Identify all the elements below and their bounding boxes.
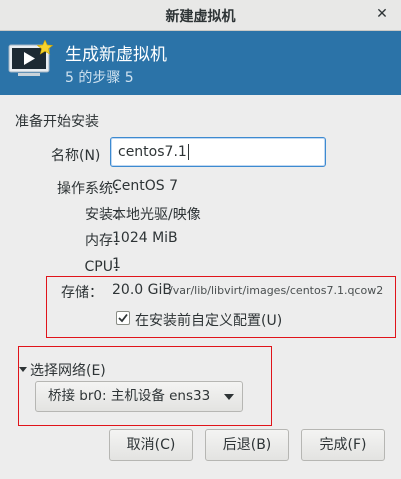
section-heading: 准备开始安装 bbox=[15, 114, 99, 130]
close-icon[interactable]: ✕ bbox=[373, 5, 391, 23]
finish-button[interactable]: 完成(F) bbox=[301, 429, 385, 461]
network-source-select[interactable]: 桥接 br0: 主机设备 ens33 bbox=[35, 381, 243, 412]
name-input-value: centos7.1 bbox=[118, 144, 187, 160]
cancel-button[interactable]: 取消(C) bbox=[109, 429, 193, 461]
banner-title: 生成新虚拟机 bbox=[65, 45, 167, 65]
wizard-banner: 生成新虚拟机 5 的步骤 5 bbox=[0, 31, 401, 95]
window-title: 新建虚拟机 bbox=[165, 9, 236, 25]
text-cursor bbox=[187, 144, 189, 160]
monitor-with-star-icon bbox=[8, 39, 54, 80]
os-value: CentOS 7 bbox=[112, 178, 179, 194]
back-button[interactable]: 后退(B) bbox=[205, 429, 289, 461]
cpu-value: 1 bbox=[112, 256, 121, 272]
memory-value: 1024 MiB bbox=[112, 230, 178, 246]
name-input[interactable]: centos7.1 bbox=[110, 137, 326, 167]
network-expander[interactable]: 选择网络(E) bbox=[30, 360, 106, 380]
storage-size: 20.0 GiB bbox=[112, 282, 172, 298]
title-bar: 新建虚拟机 ✕ bbox=[0, 0, 401, 31]
install-value: 本地光驱/映像 bbox=[112, 207, 201, 223]
network-source-value: 桥接 br0: 主机设备 ens33 bbox=[48, 388, 211, 404]
storage-path: /var/lib/libvirt/images/centos7.1.qcow2 bbox=[169, 284, 384, 297]
chevron-down-icon bbox=[224, 394, 234, 400]
step-indicator: 5 的步骤 5 bbox=[65, 70, 134, 86]
storage-label: 存储： bbox=[61, 285, 103, 301]
customize-checkbox-label[interactable]: 在安装前自定义配置(U) bbox=[135, 310, 282, 330]
name-label: 名称(N) bbox=[51, 148, 101, 164]
customize-checkbox[interactable] bbox=[116, 311, 130, 325]
expander-arrow-icon[interactable] bbox=[19, 367, 27, 372]
